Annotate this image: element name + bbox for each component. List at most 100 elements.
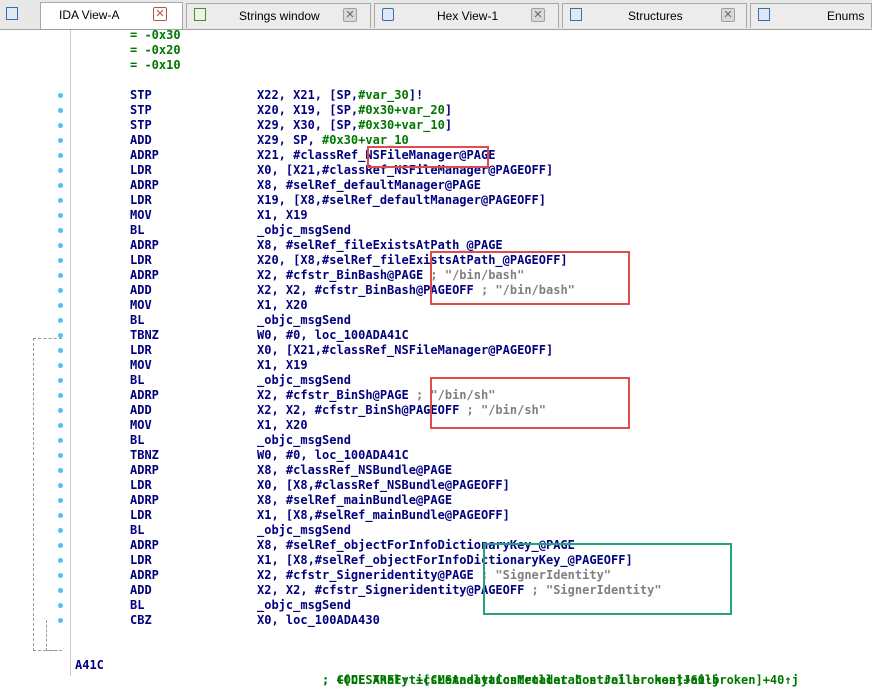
- instruction-mnemonic: LDR: [130, 553, 152, 567]
- hex-view-icon: [382, 8, 394, 21]
- instruction-mnemonic: BL: [130, 598, 145, 612]
- instruction-operands: X20, X19, [SP,#0x30+var_20]: [257, 103, 452, 118]
- operand-text: X8, #selRef_defaultManager@PAGE: [257, 178, 481, 192]
- instruction-operands: X1, [X8,#selRef_mainBundle@PAGEOFF]: [257, 508, 510, 523]
- instruction-mnemonic: LDR: [130, 343, 152, 357]
- breakpoint-dot[interactable]: [58, 123, 63, 128]
- operand-symbol: #0x30+var_20: [358, 103, 445, 117]
- instruction-mnemonic: MOV: [130, 208, 152, 222]
- breakpoint-dot[interactable]: [58, 243, 63, 248]
- operand-text: X20, X19, [SP,: [257, 103, 359, 117]
- instruction-mnemonic: BL: [130, 523, 145, 537]
- instruction-mnemonic: STP: [130, 88, 152, 102]
- breakpoint-dot[interactable]: [58, 213, 63, 218]
- instruction-mnemonic: MOV: [130, 418, 152, 432]
- breakpoint-dot[interactable]: [58, 153, 63, 158]
- instruction-mnemonic: ADRP: [130, 268, 159, 282]
- instruction-operands: X1, X19: [257, 358, 308, 373]
- instruction-mnemonic: LDR: [130, 163, 152, 177]
- breakpoint-dot[interactable]: [58, 108, 63, 113]
- instruction-mnemonic: BL: [130, 223, 145, 237]
- instruction-operands: _objc_msgSend: [257, 313, 351, 328]
- instruction-mnemonic: STP: [130, 103, 152, 117]
- breakpoint-dot[interactable]: [58, 183, 63, 188]
- breakpoint-dot[interactable]: [58, 138, 63, 143]
- instruction-mnemonic: LDR: [130, 478, 152, 492]
- instruction-mnemonic: BL: [130, 433, 145, 447]
- label-line: A41C ; CODE XREF: +[CLSAnalyticsMetadata…: [0, 643, 799, 687]
- close-icon[interactable]: ✕: [721, 8, 735, 22]
- instruction-operands: X0, loc_100ADA430: [257, 613, 380, 628]
- instruction-mnemonic: CBZ: [130, 613, 152, 627]
- operand-text: X1, X19: [257, 358, 308, 372]
- operand-text: X2, #cfstr_BinSh@PAGE: [257, 388, 409, 402]
- operand-text: W0, #0, loc_100ADA41C: [257, 448, 409, 462]
- tab-structures[interactable]: Structures ✕: [562, 3, 747, 28]
- tab-ida-view-a[interactable]: IDA View-A ✕: [40, 2, 183, 29]
- operand-text: X0, [X21,#classRef_NSFileManager@PAGEOFF…: [257, 343, 554, 357]
- breakpoint-dot[interactable]: [58, 288, 63, 293]
- instruction-mnemonic: ADD: [130, 133, 152, 147]
- breakpoint-dot[interactable]: [58, 198, 63, 203]
- tab-hex-view-1[interactable]: Hex View-1 ✕: [374, 3, 559, 28]
- instruction-mnemonic: ADRP: [130, 148, 159, 162]
- operand-symbol: #0x30+var_10: [358, 118, 445, 132]
- code-label[interactable]: A41C: [75, 658, 104, 673]
- instruction-mnemonic: ADRP: [130, 178, 159, 192]
- highlight-box-signer-identity: [483, 543, 732, 615]
- breakpoint-dot[interactable]: [58, 303, 63, 308]
- instruction-operands: W0, #0, loc_100ADA41C: [257, 448, 409, 463]
- operand-text: _objc_msgSend: [257, 223, 351, 237]
- operand-text: X1, X20: [257, 298, 308, 312]
- label-line: ; +[CLSAnalyticsMetadataController hostJ…: [0, 658, 719, 687]
- instruction-mnemonic: TBNZ: [130, 448, 159, 462]
- tab-strings-window[interactable]: Strings window ✕: [186, 3, 371, 28]
- enums-icon: [758, 8, 770, 21]
- instruction-mnemonic: ADD: [130, 403, 152, 417]
- instruction-mnemonic: TBNZ: [130, 328, 159, 342]
- instruction-mnemonic: ADRP: [130, 568, 159, 582]
- tab-label: Enums: [827, 9, 865, 23]
- operand-text: _objc_msgSend: [257, 433, 351, 447]
- instruction-operands: X0, [X8,#classRef_NSBundle@PAGEOFF]: [257, 478, 510, 493]
- operand-text: W0, #0, loc_100ADA41C: [257, 328, 409, 342]
- structures-icon: [570, 8, 582, 21]
- tab-enums[interactable]: Enums: [750, 3, 872, 28]
- tab-label: IDA View-A: [59, 8, 120, 22]
- breakpoint-dot[interactable]: [58, 273, 63, 278]
- close-icon[interactable]: ✕: [531, 8, 545, 22]
- instruction-operands: W0, #0, loc_100ADA41C: [257, 328, 409, 343]
- highlight-box-bin-bash: [430, 251, 630, 305]
- breakpoint-dot[interactable]: [58, 228, 63, 233]
- breakpoint-dot[interactable]: [58, 258, 63, 263]
- operand-suffix: ]!: [408, 88, 424, 102]
- instruction-mnemonic: MOV: [130, 358, 152, 372]
- close-icon[interactable]: ✕: [153, 7, 167, 21]
- operand-text: _objc_msgSend: [257, 313, 351, 327]
- operand-text: _objc_msgSend: [257, 373, 351, 387]
- tab-label: Structures: [628, 9, 683, 23]
- instruction-mnemonic: ADD: [130, 583, 152, 597]
- instruction-operands: X8, #selRef_mainBundle@PAGE: [257, 493, 452, 508]
- instruction-operands: X8, #selRef_defaultManager@PAGE: [257, 178, 481, 193]
- operand-symbol: #0x30+var_10: [322, 133, 409, 147]
- operand-text: X29, X30, [SP,: [257, 118, 359, 132]
- instruction-operands: _objc_msgSend: [257, 598, 351, 613]
- breakpoint-dot[interactable]: [58, 318, 63, 323]
- breakpoint-dot[interactable]: [58, 93, 63, 98]
- operand-suffix: ]: [444, 118, 453, 132]
- operand-text: X2, #cfstr_BinBash@PAGE: [257, 268, 424, 282]
- instruction-operands: X8, #classRef_NSBundle@PAGE: [257, 463, 452, 478]
- operand-text: X19, [X8,#selRef_defaultManager@PAGEOFF]: [257, 193, 546, 207]
- highlight-box-bin-sh: [430, 377, 630, 429]
- operand-text: _objc_msgSend: [257, 598, 351, 612]
- instruction-operands: _objc_msgSend: [257, 523, 351, 538]
- operand-text: X0, [X8,#classRef_NSBundle@PAGEOFF]: [257, 478, 510, 492]
- instruction-operands: X22, X21, [SP,#var_30]!: [257, 88, 423, 103]
- instruction-mnemonic: BL: [130, 313, 145, 327]
- close-icon[interactable]: ✕: [343, 8, 357, 22]
- operand-text: X1, X20: [257, 418, 308, 432]
- breakpoint-dot[interactable]: [58, 168, 63, 173]
- operand-text: X1, [X8,#selRef_mainBundle@PAGEOFF]: [257, 508, 510, 522]
- operand-text: X29, SP,: [257, 133, 323, 147]
